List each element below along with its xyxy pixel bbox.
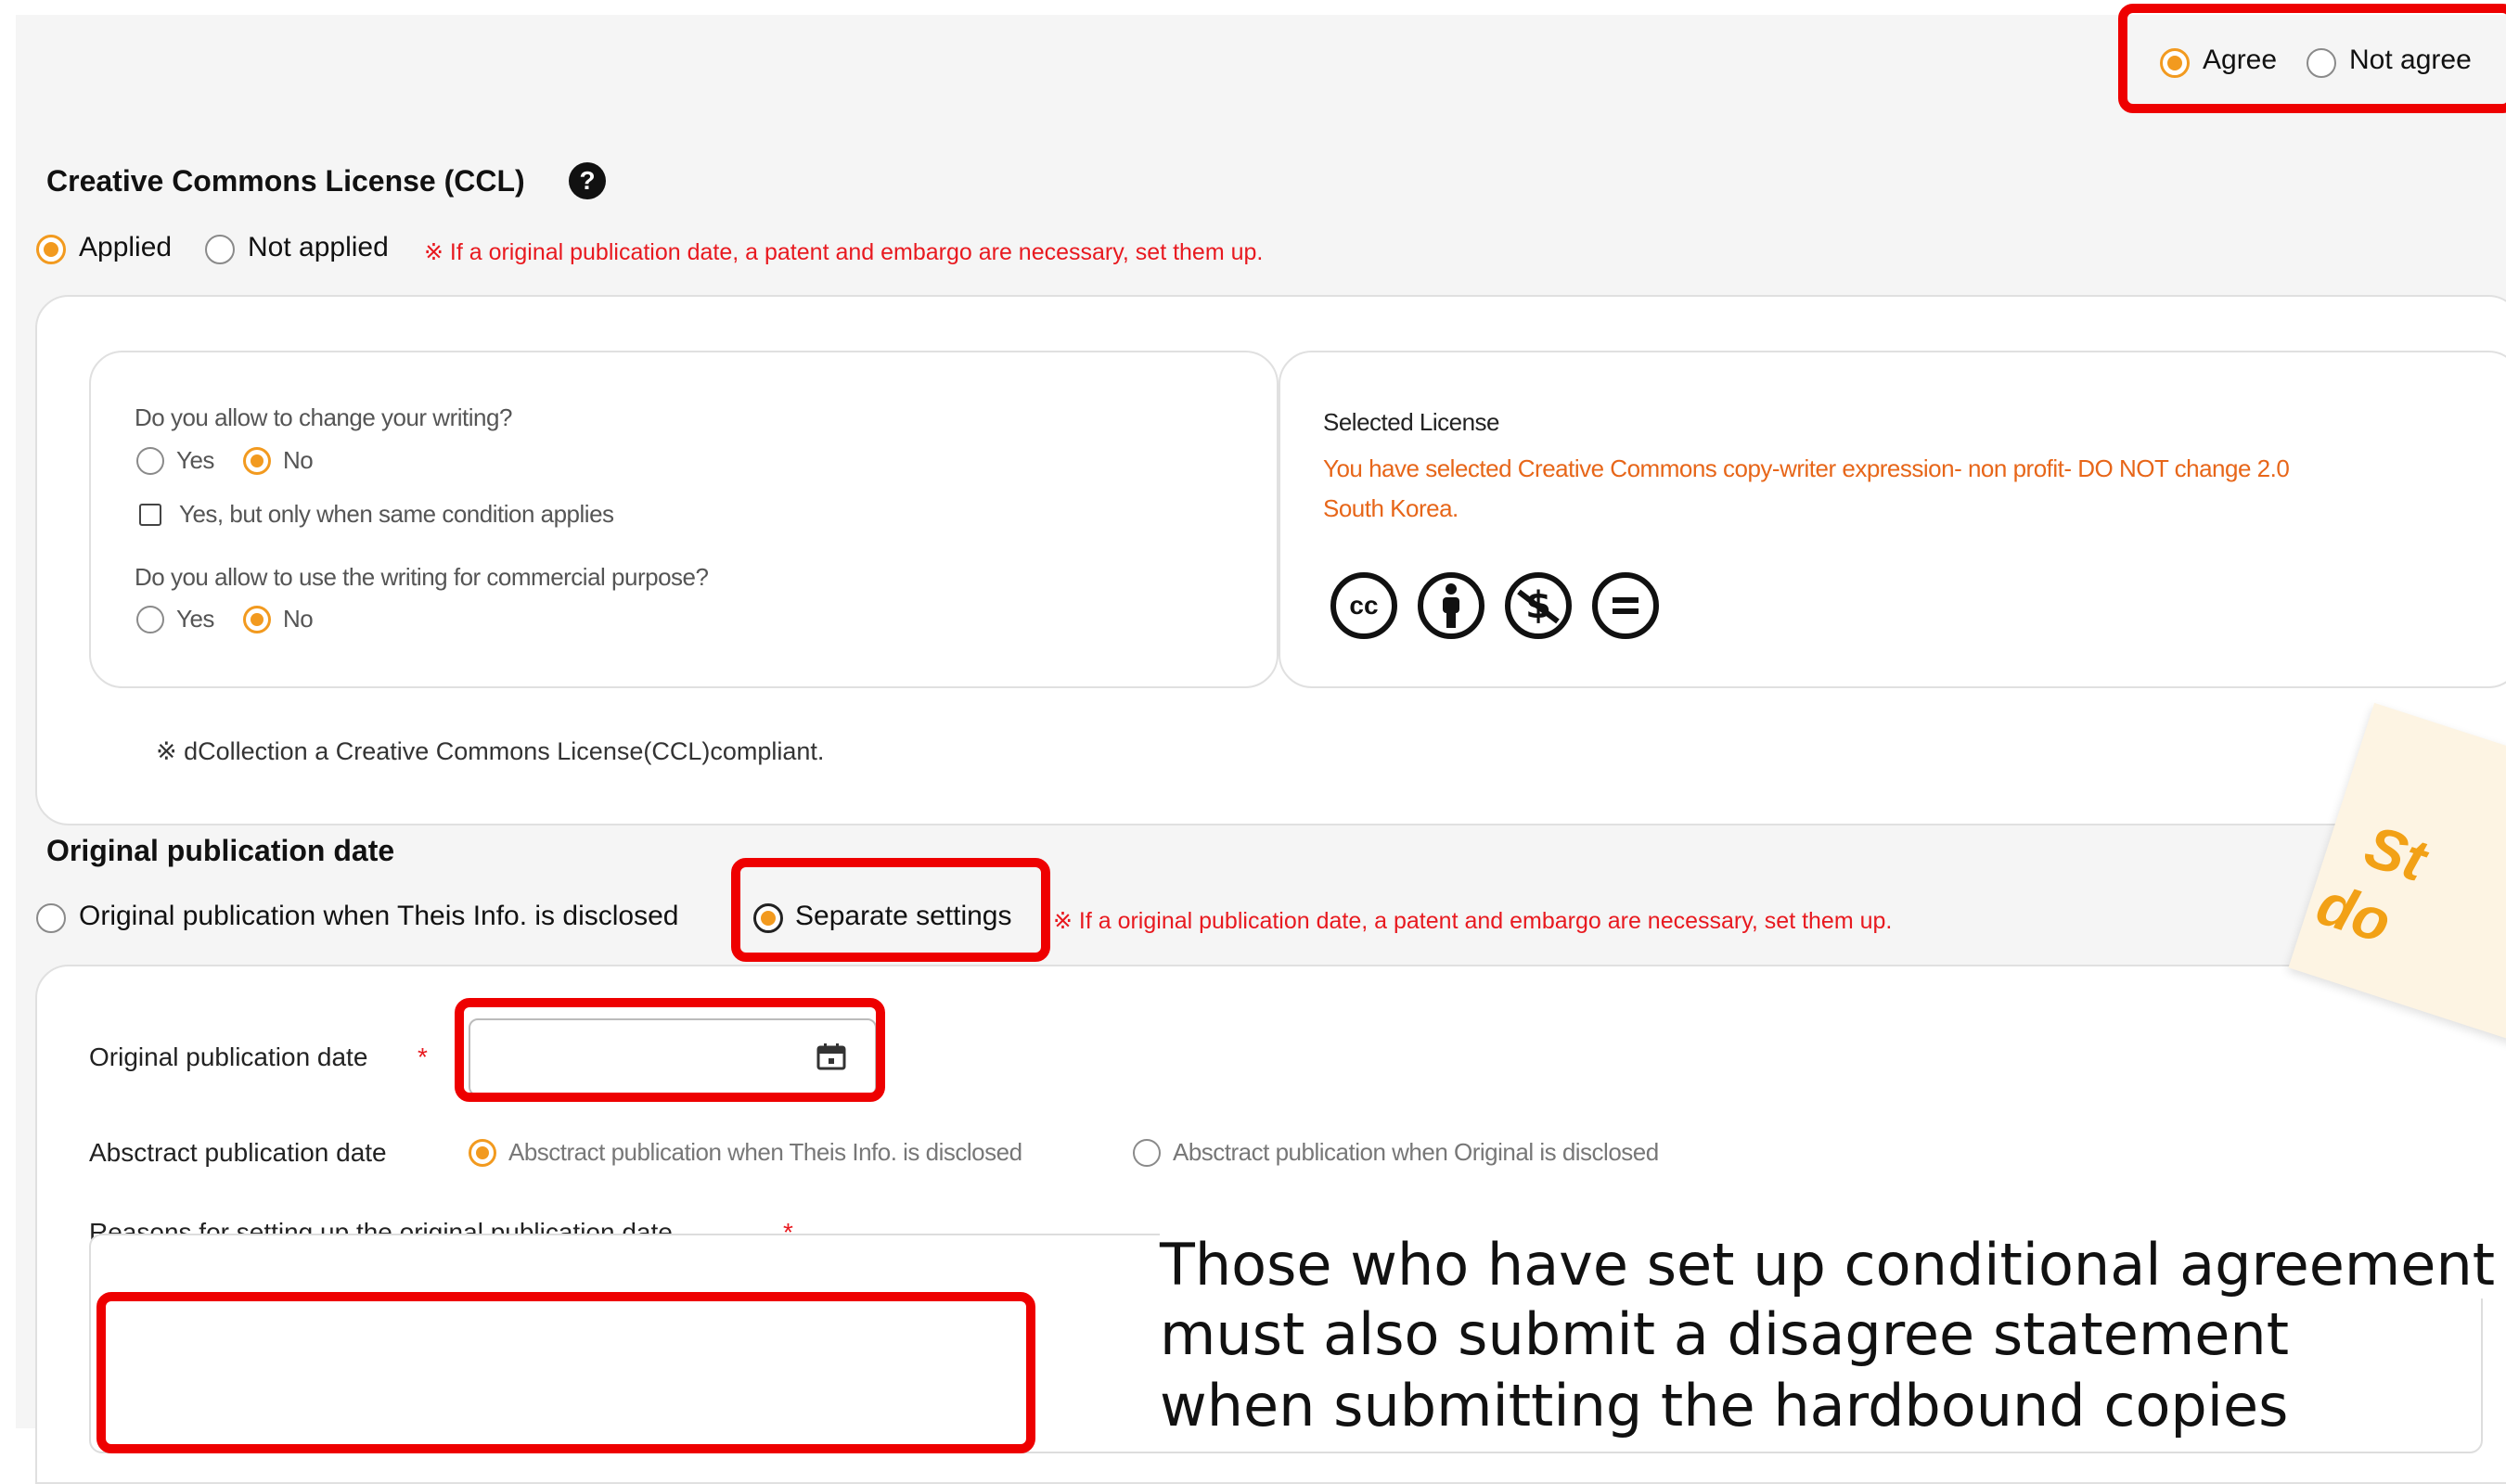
abstract-disclosed-label: Absctract publication when Theis Info. i… [508, 1138, 1022, 1166]
original-disclosed-radio[interactable] [36, 903, 66, 933]
ccl-not-applied-radio[interactable] [205, 235, 235, 264]
commercial-yes-label: Yes [176, 605, 214, 633]
abstract-date-label: Absctract publication date [89, 1138, 387, 1167]
change-no-label: No [283, 446, 314, 474]
ccl-notice: ※ If a original publication date, a pate… [424, 239, 1264, 265]
ccl-applied-radio[interactable] [36, 235, 66, 264]
original-notice: ※ If a original publication date, a pate… [1053, 908, 1893, 934]
change-yes-label: Yes [176, 446, 214, 474]
commercial-no-label: No [283, 605, 314, 633]
selected-license-card [1279, 351, 2506, 688]
selected-license-title: Selected License [1323, 408, 1500, 436]
license-description-line2: South Korea. [1323, 494, 1459, 522]
original-disclosed-label: Original publication when Theis Info. is… [79, 901, 679, 931]
separate-settings-highlight [731, 858, 1050, 962]
ccl-title: Creative Commons License (CCL) [46, 164, 525, 198]
commercial-yes-radio[interactable] [136, 606, 164, 633]
abstract-original-radio[interactable] [1133, 1139, 1161, 1167]
ccl-applied-label: Applied [79, 232, 173, 262]
abstract-disclosed-radio[interactable] [469, 1139, 496, 1167]
cc-icon: cc [1330, 572, 1397, 639]
nd-icon [1592, 572, 1659, 639]
same-condition-checkbox[interactable] [139, 504, 161, 526]
help-icon[interactable]: ? [569, 162, 606, 199]
commercial-question: Do you allow to use the writing for comm… [135, 563, 709, 591]
ccl-compliance-note: ※ dCollection a Creative Commons License… [156, 737, 825, 765]
caption-line2: must also submit a disagree statement [1160, 1300, 2290, 1368]
abstract-original-label: Absctract publication when Original is d… [1173, 1138, 1659, 1166]
caption-line1: Those who have set up conditional agreem… [1160, 1231, 2506, 1298]
original-publication-title: Original publication date [46, 834, 395, 867]
change-no-radio[interactable] [243, 447, 271, 475]
required-mark: * [418, 1043, 428, 1071]
reasons-highlight [96, 1292, 1035, 1453]
ccl-not-applied-label: Not applied [248, 232, 389, 262]
by-icon [1418, 572, 1484, 639]
caption-line3: when submitting the hardbound copies [1160, 1372, 2289, 1439]
nc-icon: $ [1505, 572, 1572, 639]
publication-date-label: Original publication date [89, 1043, 368, 1071]
commercial-no-radio[interactable] [243, 606, 271, 633]
agreement-highlight [2118, 4, 2506, 113]
publication-date-highlight [455, 998, 885, 1102]
same-condition-label: Yes, but only when same condition applie… [179, 500, 614, 528]
license-description-line1: You have selected Creative Commons copy-… [1323, 454, 2290, 482]
change-yes-radio[interactable] [136, 447, 164, 475]
change-question: Do you allow to change your writing? [135, 403, 512, 431]
